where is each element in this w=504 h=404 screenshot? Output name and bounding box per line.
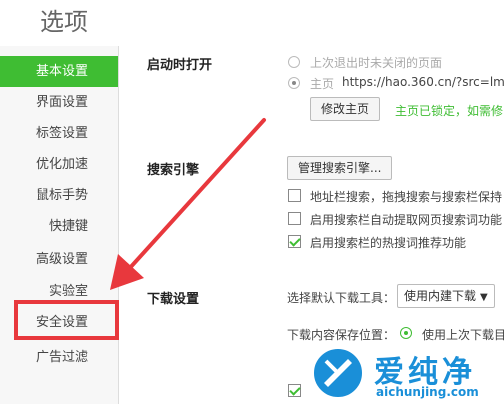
startup-restore-radio[interactable] bbox=[288, 56, 300, 68]
address-bar-search-label: 地址栏搜索，拖拽搜索与搜索栏保持 bbox=[310, 190, 503, 204]
auto-extract-search-checkbox[interactable] bbox=[288, 212, 301, 225]
home-locked-text: 主页已锁定，如需修 bbox=[395, 104, 504, 118]
address-bar-search-checkbox[interactable] bbox=[288, 189, 301, 202]
hot-search-checkbox[interactable] bbox=[288, 235, 301, 248]
download-option-checkbox[interactable] bbox=[288, 384, 301, 397]
sidebar-item-shortcuts[interactable]: 快捷键 bbox=[0, 211, 118, 242]
download-save-last-label: 使用上次下载目 bbox=[422, 328, 504, 342]
auto-extract-search-label: 启用搜索栏自动提取网页搜索词功能 bbox=[310, 213, 503, 227]
title-bar: 选项 bbox=[0, 0, 504, 46]
sidebar-item-tabs[interactable]: 标签设置 bbox=[0, 118, 118, 149]
startup-restore-label: 上次退出时未关闭的页面 bbox=[310, 56, 443, 70]
sidebar-item-basic[interactable]: 基本设置 bbox=[0, 56, 118, 87]
download-tool-label: 选择默认下载工具： bbox=[287, 291, 396, 305]
download-section-label: 下载设置 bbox=[147, 292, 200, 307]
sidebar-item-mouse-gesture[interactable]: 鼠标手势 bbox=[0, 180, 118, 211]
watermark: 爱纯净 aichunjing.com bbox=[312, 347, 502, 401]
sidebar-item-ad-filter[interactable]: 广告过滤 bbox=[0, 342, 118, 373]
chevron-down-icon: ▼ bbox=[480, 292, 488, 303]
hot-search-label: 启用搜索栏的热搜词推荐功能 bbox=[310, 236, 467, 250]
download-tool-value: 使用内建下载 bbox=[404, 289, 477, 303]
modify-home-button[interactable]: 修改主页 bbox=[310, 97, 381, 121]
sidebar-item-advanced[interactable]: 高级设置 bbox=[0, 244, 118, 275]
startup-section-label: 启动时打开 bbox=[147, 58, 213, 73]
download-tool-select[interactable]: 使用内建下载 ▼ bbox=[397, 284, 495, 308]
download-save-last-radio[interactable] bbox=[400, 327, 412, 339]
startup-home-prefix: 主页 bbox=[310, 77, 335, 91]
download-save-label: 下载内容保存位置： bbox=[287, 328, 396, 342]
startup-home-url: https://hao.360.cn/?src=lm bbox=[342, 75, 504, 89]
watermark-logo-icon bbox=[312, 347, 364, 399]
window-title: 选项 bbox=[40, 8, 88, 36]
sidebar-item-interface[interactable]: 界面设置 bbox=[0, 87, 118, 118]
startup-home-radio[interactable] bbox=[288, 77, 300, 89]
manage-search-engines-button[interactable]: 管理搜索引擎... bbox=[287, 156, 393, 180]
sidebar: 基本设置 界面设置 标签设置 优化加速 鼠标手势 快捷键 高级设置 实验室 安全… bbox=[0, 46, 119, 404]
watermark-url: aichunjing.com bbox=[376, 385, 479, 399]
annotation-highlight-box bbox=[14, 300, 119, 340]
sidebar-item-optimize[interactable]: 优化加速 bbox=[0, 149, 118, 180]
search-section-label: 搜索引擎 bbox=[147, 163, 200, 178]
